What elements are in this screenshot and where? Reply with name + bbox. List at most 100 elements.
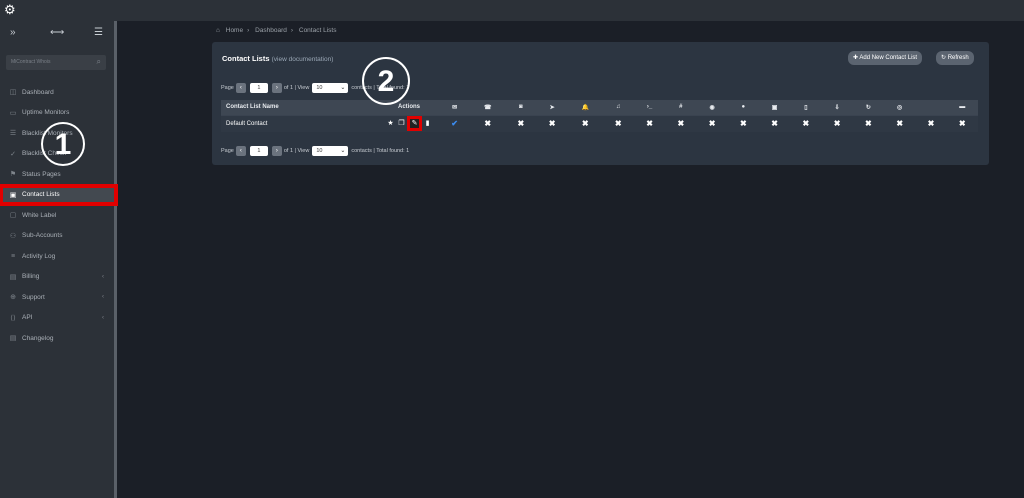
channel-disabled-icon[interactable]: ✖ [665, 114, 697, 132]
channel-disabled-icon[interactable]: ✖ [946, 114, 978, 132]
edit-icon[interactable]: ✎ [407, 116, 422, 132]
view-documentation-link[interactable]: (view documentation) [272, 56, 334, 63]
next-page-button[interactable]: › [271, 146, 282, 156]
sidebar-item-label: Changelog [22, 334, 54, 342]
teams-icon: ▣ [758, 100, 791, 115]
channel-disabled-icon[interactable]: ✖ [696, 114, 728, 132]
slack-icon: # [665, 100, 697, 115]
sidebar-item-support[interactable]: ⊕ Support ‹ [0, 287, 114, 308]
sidebar-item-label: API [22, 314, 33, 322]
contact-lists-panel: Contact Lists (view documentation) ✚ Add… [212, 42, 989, 165]
breadcrumb: ⌂ Home › Dashboard › Contact Lists [216, 27, 337, 34]
channel-disabled-icon[interactable]: ✖ [758, 114, 791, 132]
chevron-left-icon: ‹ [102, 314, 104, 321]
envelope-icon: ✉ [439, 100, 471, 115]
sidebar-item-label: Activity Log [22, 252, 56, 260]
step-1-annotation: 1 [41, 122, 85, 166]
channel-disabled-icon[interactable]: ✖ [727, 114, 759, 132]
sidebar-item-label: Uptime Monitors [22, 109, 70, 117]
search-icon: ⌕ [96, 57, 101, 66]
view-count-select[interactable]: 10 ⌄ [312, 146, 349, 156]
breadcrumb-dashboard[interactable]: Dashboard [255, 27, 287, 34]
step-2-annotation: 2 [362, 57, 410, 105]
channel-disabled-icon[interactable]: ✖ [470, 114, 506, 132]
sidebar-item-label: Sub-Accounts [22, 232, 63, 240]
sidebar-item-label: Dashboard [22, 88, 54, 96]
sidebar-search-input[interactable]: MiContract Whois ⌕ [6, 55, 106, 70]
sidebar-item-label: White Label [22, 211, 57, 219]
expand-icon[interactable]: » [10, 27, 16, 38]
resize-icon[interactable]: ⟷ [50, 27, 64, 38]
channel-disabled-icon[interactable]: ✖ [602, 114, 634, 132]
table-row: Default Contact ★ ❐ ✎ ▮ ✔ ✖ ✖ ✖ ✖ ✖ ✖ ✖ ✖ ✖ ✖ ✖ ✖ ✖ ✖ ✖ ✖ [221, 114, 978, 132]
pager-bottom: Page ‹ 1 › of 1 | View 10 ⌄ contacts | To… [221, 146, 410, 156]
chat-icon: ● [727, 100, 759, 115]
channel-disabled-icon[interactable]: ✖ [821, 114, 853, 132]
phone-icon: ☎ [470, 100, 506, 115]
contact-icon: ▣ [9, 191, 17, 199]
sidebar-item-billing[interactable]: ▤ Billing ‹ [0, 267, 114, 288]
menu-icon[interactable]: ☰ [94, 27, 103, 38]
col-header-name: Contact List Name [221, 100, 379, 115]
sidebar-item-label: Status Pages [22, 170, 61, 178]
channel-disabled-icon[interactable]: ✖ [567, 114, 603, 132]
gear-logo-icon[interactable]: ⚙ [4, 3, 18, 17]
channel-disabled-icon[interactable]: ✖ [790, 114, 822, 132]
channel-enabled-icon[interactable]: ✔ [439, 114, 471, 132]
top-bar: ⚙ [0, 0, 1024, 21]
sidebar-item-sub-accounts[interactable]: ⚇ Sub-Accounts [0, 226, 114, 247]
chevron-down-icon: ⌄ [340, 148, 346, 154]
monitor-icon: ▭ [9, 109, 17, 117]
sidebar-item-label: Support [22, 293, 45, 301]
delete-icon[interactable]: ▮ [423, 119, 432, 127]
refresh-button[interactable]: ↻ Refresh [936, 51, 974, 65]
contact-lists-table: Contact List Name Actions ✉ ☎ ◙ ➤ 🔔 ♫ ›_ # ◉ ● ▣ ▯ ⇩ ↻ ◎… [221, 100, 978, 132]
row-actions: ★ ❐ ✎ ▮ [379, 114, 439, 132]
channel-disabled-icon[interactable]: ✖ [852, 114, 885, 132]
sidebar-item-status-pages[interactable]: ⚑ Status Pages [0, 164, 114, 185]
discord-icon: ◉ [696, 100, 728, 115]
sidebar-item-api[interactable]: ⟨⟩ API ‹ [0, 308, 114, 329]
add-new-contact-list-button[interactable]: ✚ Add New Contact List [848, 51, 923, 65]
prev-page-button[interactable]: ‹ [235, 83, 246, 93]
breadcrumb-current: Contact Lists [298, 27, 337, 34]
sidebar: » ⟷ ☰ MiContract Whois ⌕ ◫ Dashboard ▭ Upti… [0, 21, 118, 498]
channel-disabled-icon[interactable]: ✖ [536, 114, 568, 132]
home-icon: ⌂ [216, 27, 220, 34]
sidebar-toolbar: » ⟷ ☰ [0, 21, 114, 47]
channel-disabled-icon[interactable]: ✖ [633, 114, 666, 132]
channel-disabled-icon[interactable]: ✖ [884, 114, 916, 132]
users-icon: ⚇ [9, 232, 17, 240]
view-count-select[interactable]: 10 ⌄ [312, 83, 349, 93]
breadcrumb-home[interactable]: Home [226, 27, 243, 34]
chevron-down-icon: ⌄ [340, 85, 346, 91]
channel-disabled-icon[interactable]: ✖ [915, 114, 947, 132]
page-input[interactable]: 1 [249, 83, 268, 93]
sidebar-item-dashboard[interactable]: ◫ Dashboard [0, 82, 114, 103]
sidebar-item-contact-lists[interactable]: ▣ Contact Lists [0, 183, 118, 206]
contact-list-name[interactable]: Default Contact [221, 114, 379, 132]
code-icon [915, 100, 947, 115]
bell-outline-icon: ♫ [602, 100, 634, 115]
sidebar-item-label: Billing [22, 273, 40, 281]
channel-disabled-icon[interactable]: ✖ [505, 114, 537, 132]
copy-icon[interactable]: ❐ [397, 119, 406, 127]
sidebar-item-uptime-monitors[interactable]: ▭ Uptime Monitors [0, 103, 114, 124]
sidebar-item-activity-log[interactable]: ≡ Activity Log [0, 246, 114, 267]
sidebar-item-changelog[interactable]: ▤ Changelog [0, 328, 114, 349]
bed-icon: ▬ [946, 100, 978, 115]
api-icon: ⟨⟩ [10, 314, 16, 322]
page-input[interactable]: 1 [249, 146, 268, 156]
prev-page-button[interactable]: ‹ [235, 146, 246, 156]
sidebar-item-label: Contact Lists [22, 191, 60, 199]
star-icon[interactable]: ★ [386, 119, 395, 127]
sidebar-item-white-label[interactable]: ▢ White Label [0, 205, 114, 226]
log-icon: ≡ [10, 252, 16, 260]
chevron-left-icon: ‹ [102, 294, 104, 301]
mobile-icon: ▯ [790, 100, 822, 115]
billing-icon: ▤ [9, 273, 17, 281]
list-icon: ☰ [9, 130, 17, 138]
dashboard-icon: ◫ [9, 89, 17, 97]
next-page-button[interactable]: › [271, 83, 282, 93]
check-icon: ✓ [10, 150, 16, 158]
